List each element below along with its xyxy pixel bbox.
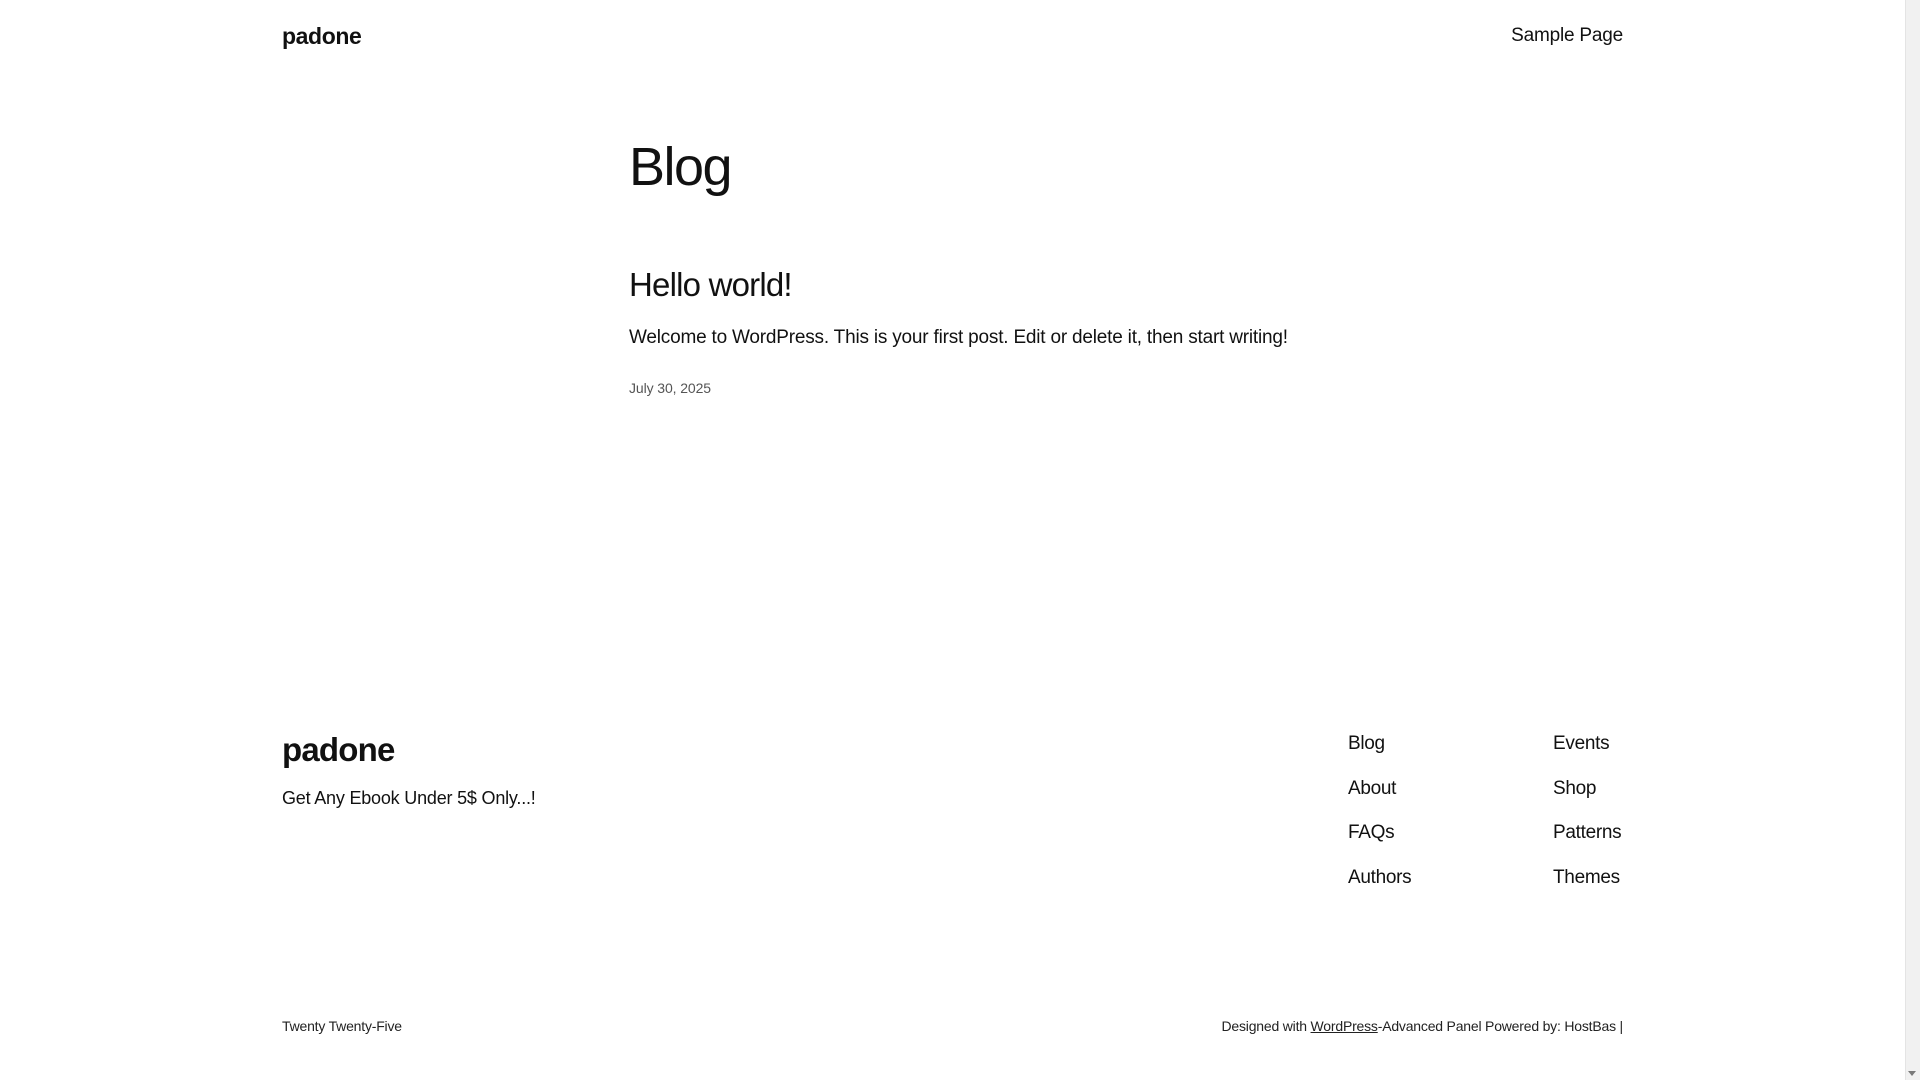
wordpress-link[interactable]: WordPress bbox=[1311, 1018, 1378, 1034]
footer-nav-column-2: Events Shop Patterns Themes bbox=[1553, 730, 1622, 909]
chevron-down-icon[interactable] bbox=[1908, 1071, 1916, 1076]
footer-nav-authors[interactable]: Authors bbox=[1348, 864, 1412, 909]
nav-item-sample-page[interactable]: Sample Page bbox=[1511, 25, 1623, 46]
primary-nav: Sample Page bbox=[1511, 25, 1623, 47]
site-title-link[interactable]: padone bbox=[282, 23, 362, 50]
footer-nav-blog[interactable]: Blog bbox=[1348, 730, 1411, 775]
main-content: Blog Hello world! Welcome to WordPress. … bbox=[629, 130, 1389, 396]
footer-nav-shop[interactable]: Shop bbox=[1553, 775, 1621, 820]
page: padone Sample Page Blog Hello world! Wel… bbox=[0, 0, 1905, 1080]
footer-theme-name: Twenty Twenty-Five bbox=[282, 1018, 402, 1034]
footer-tagline: Get Any Ebook Under 5$ Only...! bbox=[282, 788, 536, 808]
site-header: padone Sample Page bbox=[282, 18, 1623, 54]
footer-credit-suffix: -Advanced Panel Powered by: HostBas | bbox=[1377, 1018, 1623, 1034]
footer-brand: padone Get Any Ebook Under 5$ Only...! bbox=[282, 728, 536, 809]
footer-site-title-link[interactable]: padone bbox=[282, 731, 395, 768]
post-date: July 30, 2025 bbox=[629, 380, 1389, 396]
post-excerpt: Welcome to WordPress. This is your first… bbox=[629, 327, 1288, 348]
vertical-scrollbar[interactable] bbox=[1905, 0, 1920, 1080]
footer-nav-faqs[interactable]: FAQs bbox=[1348, 819, 1411, 864]
footer-credit-prefix: Designed with bbox=[1221, 1018, 1311, 1034]
footer-nav-themes[interactable]: Themes bbox=[1553, 864, 1621, 909]
footer-credit: Designed with WordPress-Advanced Panel P… bbox=[1221, 1018, 1624, 1034]
post-title: Hello world! bbox=[629, 264, 1389, 306]
footer-nav-patterns[interactable]: Patterns bbox=[1553, 819, 1622, 864]
footer-nav-column-1: Blog About FAQs Authors bbox=[1348, 730, 1412, 909]
post-date-link[interactable]: July 30, 2025 bbox=[629, 380, 711, 396]
page-title: Blog bbox=[629, 137, 733, 197]
post-title-link[interactable]: Hello world! bbox=[629, 266, 793, 303]
post-item: Hello world! Welcome to WordPress. This … bbox=[629, 264, 1389, 396]
footer-nav-events[interactable]: Events bbox=[1553, 730, 1621, 775]
footer-bottom-bar: Twenty Twenty-Five Designed with WordPre… bbox=[282, 1018, 1623, 1034]
footer-nav-about[interactable]: About bbox=[1348, 775, 1411, 820]
